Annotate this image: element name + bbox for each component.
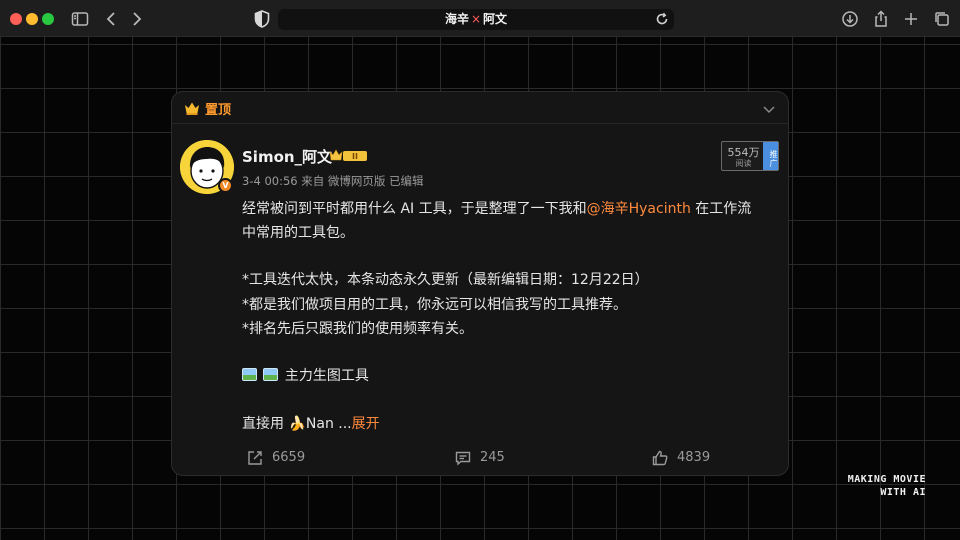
- post-line-1: 经常被问到平时都用什么 AI 工具，于是整理了一下我和@海辛Hyacinth 在…: [242, 201, 752, 217]
- post-line-2: 中常用的工具包。: [242, 225, 354, 241]
- crown-icon: [183, 100, 201, 116]
- repost-count: 6659: [272, 450, 306, 465]
- repost-icon: [248, 451, 262, 465]
- banana-emoji-icon: 🍌: [288, 416, 306, 432]
- new-tab-icon[interactable]: [901, 9, 921, 29]
- views-label: 阅读: [735, 159, 752, 168]
- forward-icon[interactable]: [126, 9, 146, 29]
- post-line-3: *工具迭代太快，本条动态永久更新（最新编辑日期：12月22日）: [242, 272, 649, 288]
- close-window-button[interactable]: [10, 13, 22, 25]
- mention-link[interactable]: @海辛Hyacinth: [587, 201, 691, 217]
- back-icon[interactable]: [102, 9, 122, 29]
- post-line-6: 主力生图工具: [242, 365, 369, 385]
- post-line-7: 直接用 🍌Nan ...展开: [242, 416, 380, 432]
- svg-text:II: II: [352, 152, 358, 161]
- privacy-shield-icon[interactable]: [252, 9, 272, 29]
- weibo-post-card: 置顶 V Simon_阿文 II 3-4 00:56 来自 微博网页版 已编辑 …: [171, 91, 789, 476]
- browser-toolbar: 海辛 × 阿文: [0, 0, 960, 37]
- post-source: 来自 微博网页版: [301, 174, 386, 188]
- pinned-header: 置顶: [172, 92, 788, 124]
- verified-badge-icon: V: [218, 178, 233, 193]
- member-crown-badge-icon[interactable]: II: [329, 148, 369, 164]
- views-counter: 554万 阅读 推广: [721, 141, 779, 171]
- comment-icon: [455, 451, 471, 466]
- post-meta: 3-4 00:56 来自 微博网页版 已编辑: [242, 173, 424, 189]
- reload-icon[interactable]: [653, 10, 671, 28]
- minimize-window-button[interactable]: [26, 13, 38, 25]
- picture-emoji-icon: [263, 368, 279, 381]
- sidebar-toggle-icon[interactable]: [70, 9, 90, 29]
- page-title: 海辛 × 阿文: [444, 12, 508, 26]
- download-icon[interactable]: [840, 9, 860, 29]
- picture-emoji-icon: [242, 368, 257, 381]
- post-timestamp[interactable]: 3-4 00:56: [242, 174, 298, 188]
- comment-count: 245: [480, 450, 505, 465]
- edited-label[interactable]: 已编辑: [389, 174, 424, 188]
- stage: 海辛 × 阿文 置顶 V Simon_阿文 II 3-4 00:56 来自 微博…: [0, 0, 960, 540]
- share-icon[interactable]: [871, 9, 891, 29]
- post-line-4: *都是我们做项目用的工具，你永远可以相信我写的工具推荐。: [242, 297, 627, 313]
- tab-overview-icon[interactable]: [932, 9, 952, 29]
- author-name[interactable]: Simon_阿文: [242, 146, 332, 167]
- pinned-label: 置顶: [205, 103, 232, 118]
- like-count: 4839: [677, 450, 711, 465]
- expand-link[interactable]: 展开: [352, 416, 380, 432]
- zoom-window-button[interactable]: [42, 13, 54, 25]
- chevron-down-icon[interactable]: [762, 101, 776, 115]
- post-actions: 6659 245 4839: [172, 448, 788, 470]
- post-line-5: *排名先后只跟我们的使用频率有关。: [242, 321, 473, 337]
- address-bar[interactable]: 海辛 × 阿文: [278, 9, 674, 30]
- promote-button[interactable]: 推广: [763, 142, 778, 170]
- thumbs-up-icon: [652, 450, 668, 466]
- watermark: MAKING MOVIE WITH AI: [847, 474, 926, 498]
